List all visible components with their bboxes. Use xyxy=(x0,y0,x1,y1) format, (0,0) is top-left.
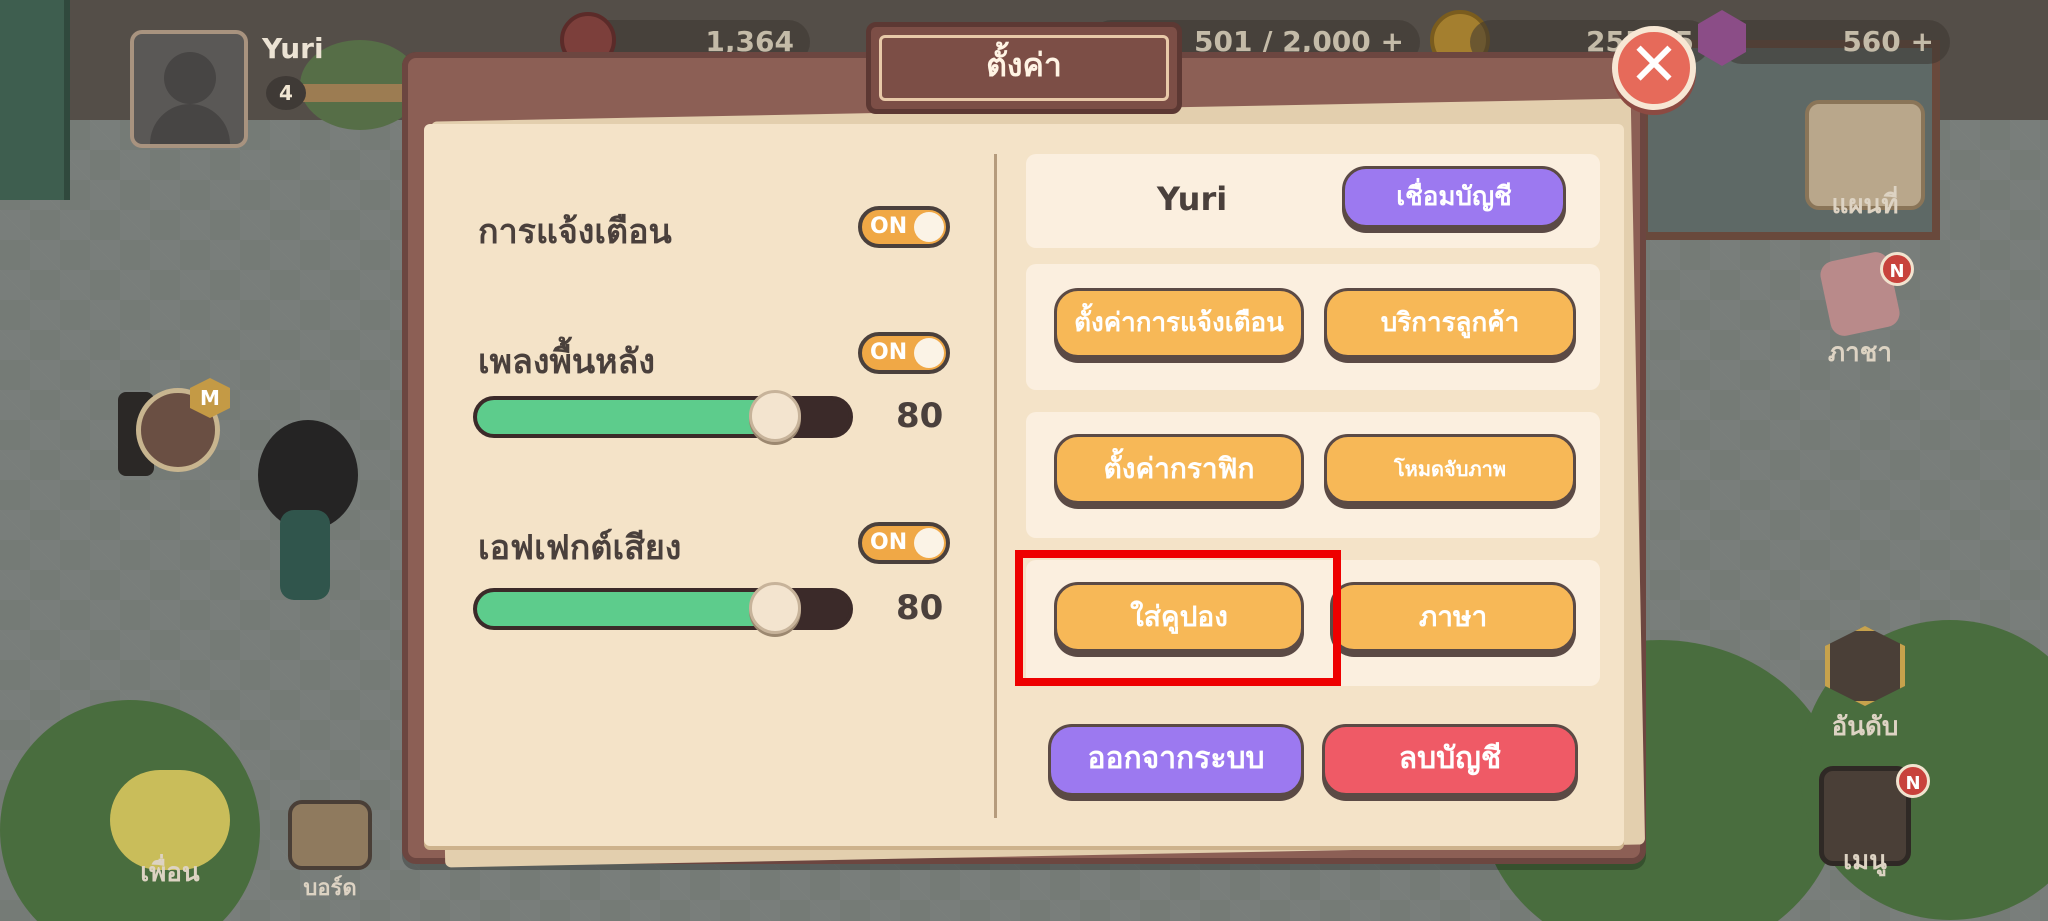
slider-fill xyxy=(477,400,775,434)
xp-bar xyxy=(300,84,410,102)
board-icon xyxy=(288,800,372,870)
capture-mode-button[interactable]: โหมดจับภาพ xyxy=(1324,434,1576,504)
slider-thumb[interactable] xyxy=(749,390,801,442)
delete-account-label: ลบบัญชี xyxy=(1398,741,1502,776)
bgm-label: เพลงพื้นหลัง xyxy=(478,342,655,382)
toggle-knob xyxy=(914,528,944,558)
link-account-button[interactable]: เชื่อมบัญชี xyxy=(1342,166,1566,228)
panel-divider xyxy=(994,154,997,818)
delete-account-button[interactable]: ลบบัญชี xyxy=(1322,724,1578,796)
close-button[interactable]: ✕ xyxy=(1612,26,1696,110)
notifications-label: การแจ้งเตือน xyxy=(478,212,672,252)
friends-button[interactable]: เพื่อน xyxy=(100,770,240,893)
ranking-button[interactable]: อันดับ xyxy=(1800,626,1930,747)
slider-fill xyxy=(477,592,775,626)
toggle-knob xyxy=(914,338,944,368)
notification-badge: N xyxy=(1896,764,1930,798)
graphics-settings-button[interactable]: ตั้งค่ากราฟิก xyxy=(1054,434,1304,504)
map-button[interactable]: แผนที่ xyxy=(1790,100,1940,225)
modal-title: ตั้งค่า xyxy=(986,46,1062,84)
board-label: บอร์ด xyxy=(303,876,357,901)
gem-plus-icon[interactable]: + xyxy=(1911,25,1934,58)
customer-service-label: บริการลูกค้า xyxy=(1380,308,1520,338)
notification-settings-button[interactable]: ตั้งค่าการแจ้งเตือน xyxy=(1054,288,1304,358)
player-name: Yuri xyxy=(262,32,324,65)
graphics-settings-label: ตั้งค่ากราฟิก xyxy=(1103,452,1255,485)
account-name: Yuri xyxy=(1156,180,1228,218)
notification-settings-label: ตั้งค่าการแจ้งเตือน xyxy=(1074,308,1284,338)
ranking-label: อันดับ xyxy=(1831,712,1899,742)
bgm-volume-value: 80 xyxy=(896,396,944,436)
menu-label: เมนู xyxy=(1843,846,1887,876)
avatar-body xyxy=(150,104,230,144)
board-button[interactable]: บอร์ด xyxy=(270,800,390,905)
language-label: ภาษา xyxy=(1418,600,1488,633)
bgm-toggle[interactable]: ON xyxy=(858,332,950,374)
sfx-volume-value: 80 xyxy=(896,588,944,628)
notification-badge: N xyxy=(1880,252,1914,286)
player-level: 4 xyxy=(266,76,306,110)
toggle-state: ON xyxy=(870,214,908,239)
gem-value: 560 xyxy=(1842,25,1901,58)
link-account-label: เชื่อมบัญชี xyxy=(1396,182,1512,212)
avatar-head xyxy=(164,52,216,104)
notifications-toggle[interactable]: ON xyxy=(858,206,950,248)
slider-thumb[interactable] xyxy=(749,582,801,634)
toggle-state: ON xyxy=(870,530,908,555)
highlight-box xyxy=(1015,550,1341,686)
sfx-toggle[interactable]: ON xyxy=(858,522,950,564)
sfx-label: เอฟเฟกต์เสียง xyxy=(478,528,682,568)
capture-mode-label: โหมดจับภาพ xyxy=(1393,457,1507,481)
toggle-knob xyxy=(914,212,944,242)
friends-label: เพื่อน xyxy=(140,858,200,888)
toggle-state: ON xyxy=(870,340,908,365)
map-label: แผนที่ xyxy=(1831,190,1899,220)
customer-service-button[interactable]: บริการลูกค้า xyxy=(1324,288,1576,358)
bgm-volume-slider[interactable] xyxy=(473,390,853,442)
logout-label: ออกจากระบบ xyxy=(1087,741,1265,776)
language-button[interactable]: ภาษา xyxy=(1330,582,1576,652)
crown-icon xyxy=(1825,626,1905,706)
logout-button[interactable]: ออกจากระบบ xyxy=(1048,724,1304,796)
title-plate: ตั้งค่า xyxy=(866,22,1182,114)
gacha-label: ภาชา xyxy=(1828,338,1892,368)
gem-counter: 560 + xyxy=(1720,20,1950,64)
close-icon: ✕ xyxy=(1628,30,1680,100)
player-avatar[interactable] xyxy=(130,30,248,148)
sfx-volume-slider[interactable] xyxy=(473,582,853,634)
